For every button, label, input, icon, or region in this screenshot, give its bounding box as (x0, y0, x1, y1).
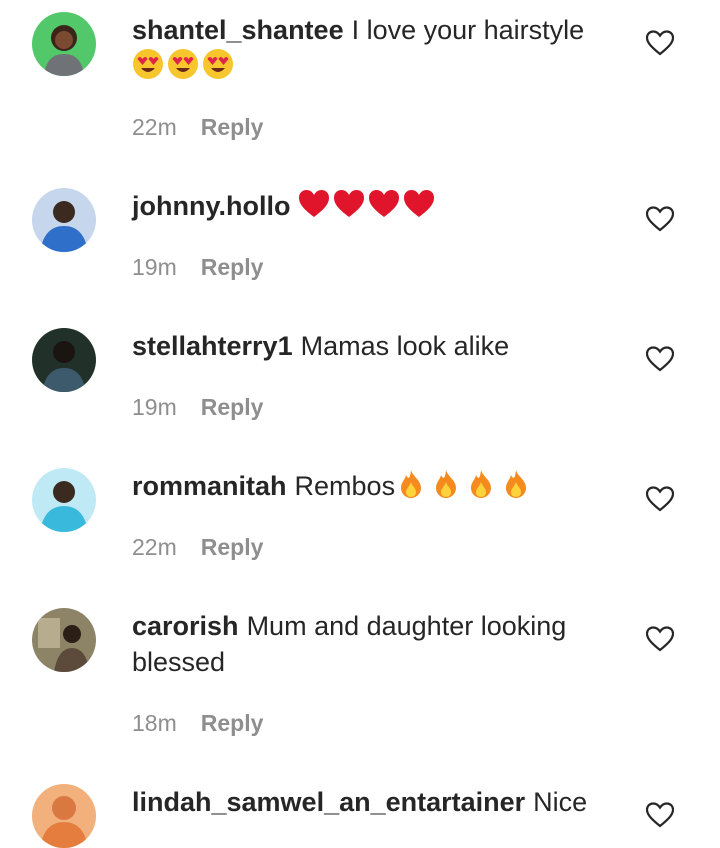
avatar[interactable] (32, 784, 96, 848)
fire-emoji-icon (395, 468, 427, 500)
avatar[interactable] (32, 468, 96, 532)
red-heart-emoji-icon (368, 188, 400, 220)
comment-text: Nice (533, 787, 588, 817)
comment-time: 22m (132, 534, 177, 560)
comment-body: rommanitah Rembos (132, 468, 602, 504)
like-heart-icon[interactable] (646, 206, 674, 232)
avatar[interactable] (32, 608, 96, 672)
comment-username[interactable]: stellahterry1 (132, 331, 293, 361)
comment-username[interactable]: carorish (132, 611, 239, 641)
reply-button[interactable]: Reply (201, 710, 264, 736)
comment-time: 19m (132, 254, 177, 280)
reply-button[interactable]: Reply (201, 534, 264, 560)
red-heart-emoji-icon (403, 188, 435, 220)
comment-body: stellahterry1 Mamas look alike (132, 328, 602, 364)
comment-username[interactable]: rommanitah (132, 471, 287, 501)
avatar[interactable] (32, 12, 96, 76)
like-heart-icon[interactable] (646, 30, 674, 56)
reply-button[interactable]: Reply (201, 394, 264, 420)
comment-time: 22m (132, 114, 177, 140)
comment-body: lindah_samwel_an_entartainer Nice (132, 784, 652, 820)
comment-text: I love your hairstyle (351, 15, 585, 45)
comment-username[interactable]: johnny.hollo (132, 191, 290, 221)
like-heart-icon[interactable] (646, 346, 674, 372)
like-heart-icon[interactable] (646, 802, 674, 828)
comment-username[interactable]: lindah_samwel_an_entartainer (132, 787, 525, 817)
comment-text: Rembos (294, 471, 396, 501)
red-heart-emoji-icon (333, 188, 365, 220)
fire-emoji-icon (465, 468, 497, 500)
heart-eyes-emoji-icon (167, 48, 199, 80)
comment-meta: 22m Reply (132, 533, 263, 561)
comment-time: 18m (132, 710, 177, 736)
comment-body: carorish Mum and daughter looking blessed (132, 608, 602, 680)
avatar[interactable] (32, 188, 96, 252)
fire-emoji-icon (500, 468, 532, 500)
reply-button[interactable]: Reply (201, 254, 264, 280)
like-heart-icon[interactable] (646, 486, 674, 512)
comment-username[interactable]: shantel_shantee (132, 15, 344, 45)
heart-eyes-emoji-icon (202, 48, 234, 80)
heart-eyes-emoji-icon (132, 48, 164, 80)
emoji-row (298, 188, 438, 224)
comment-text: Mamas look alike (300, 331, 510, 361)
reply-button[interactable]: Reply (201, 114, 264, 140)
emoji-row (395, 468, 535, 504)
comment-time: 19m (132, 394, 177, 420)
emoji-row (132, 48, 237, 84)
avatar[interactable] (32, 328, 96, 392)
comment-body: johnny.hollo (132, 188, 602, 224)
fire-emoji-icon (430, 468, 462, 500)
comment-body: shantel_shantee I love your hairstyle (132, 12, 602, 84)
comment-meta: 22m Reply (132, 113, 263, 141)
red-heart-emoji-icon (298, 188, 330, 220)
comment-meta: 19m Reply (132, 253, 263, 281)
comment-meta: 19m Reply (132, 393, 263, 421)
like-heart-icon[interactable] (646, 626, 674, 652)
comment-meta: 18m Reply (132, 709, 263, 737)
